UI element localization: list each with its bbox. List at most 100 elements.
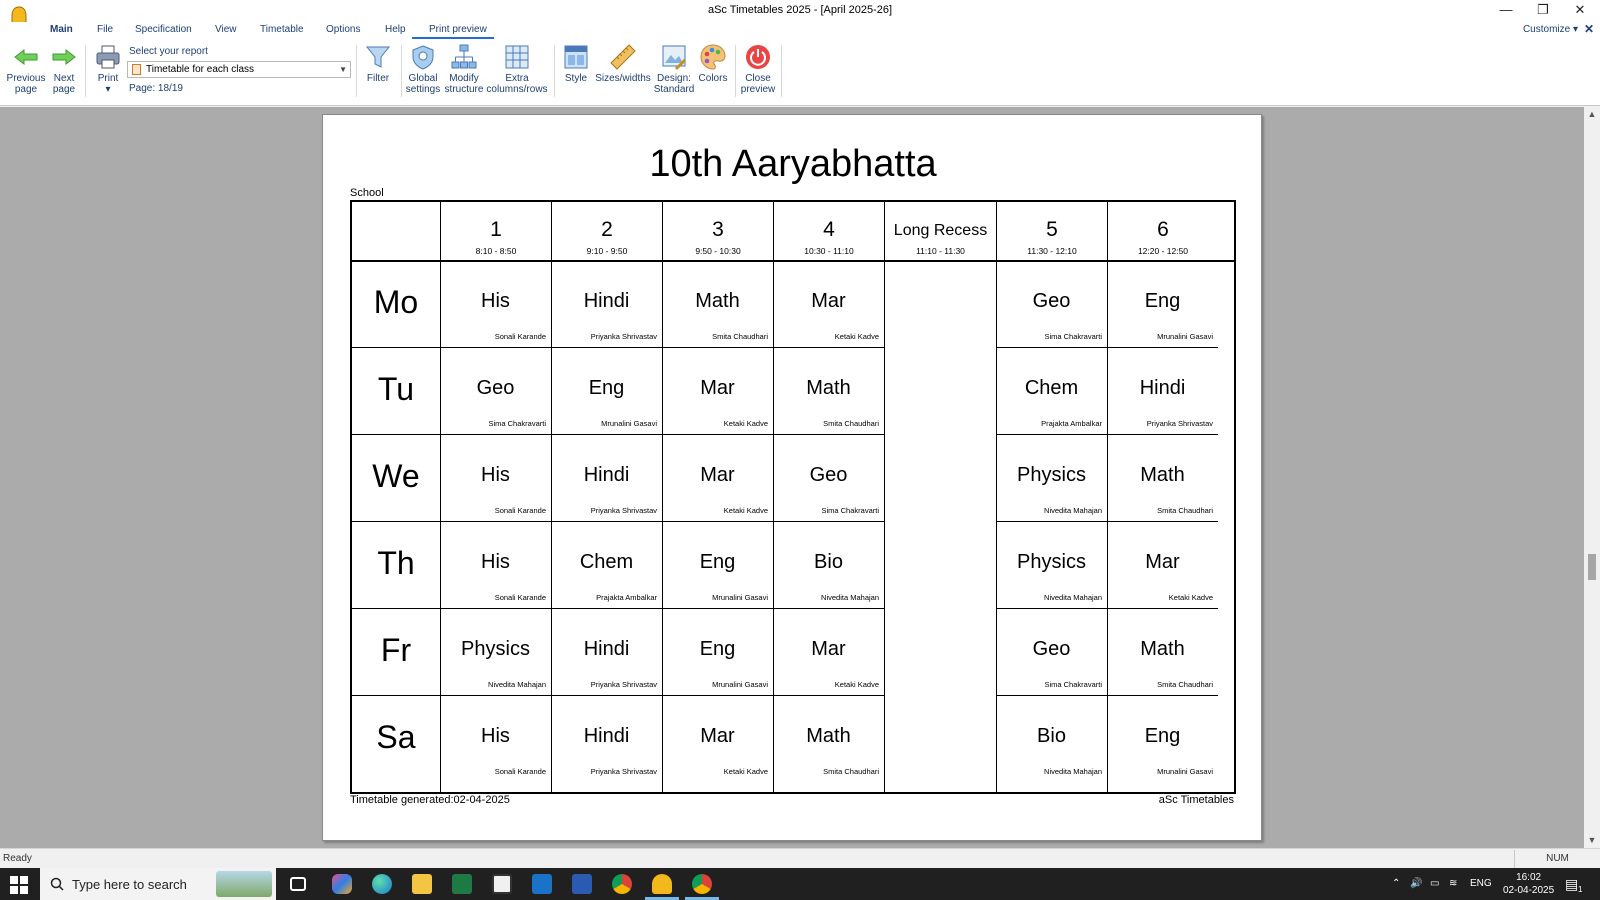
outlook-icon[interactable] bbox=[532, 874, 552, 894]
tab-help[interactable]: Help bbox=[385, 24, 406, 35]
print-button[interactable]: Print ▾ bbox=[92, 43, 124, 95]
word-icon[interactable] bbox=[572, 874, 592, 894]
store-icon[interactable] bbox=[492, 874, 512, 894]
scroll-up-icon[interactable]: ▲ bbox=[1584, 109, 1600, 119]
extra-columns-button[interactable]: Extra columns/rows bbox=[486, 43, 548, 95]
tab-specification[interactable]: Specification bbox=[135, 24, 192, 35]
design-label-1: Design: bbox=[657, 73, 691, 84]
lesson-cell[interactable]: Hindi Priyanka Shrivastav bbox=[1107, 347, 1218, 434]
lesson-cell[interactable]: His Sonali Karande bbox=[440, 434, 551, 521]
excel-icon[interactable] bbox=[452, 874, 472, 894]
ribbon-separator bbox=[356, 45, 357, 97]
lesson-subject: Hindi bbox=[583, 725, 630, 747]
sizes-widths-button[interactable]: Sizes/widths bbox=[594, 43, 652, 85]
lesson-cell[interactable]: Chem Prajakta Ambalkar bbox=[551, 521, 662, 608]
asc-timetables-taskbar-icon[interactable] bbox=[652, 874, 672, 894]
lesson-cell[interactable]: Geo Sima Chakravarti bbox=[440, 347, 551, 434]
lesson-teacher: Sima Chakravarti bbox=[1044, 332, 1102, 341]
lesson-cell[interactable]: His Sonali Karande bbox=[440, 695, 551, 782]
lesson-cell[interactable]: Geo Sima Chakravarti bbox=[773, 434, 884, 521]
lesson-cell[interactable]: Math Smita Chaudhari bbox=[773, 347, 884, 434]
colors-button[interactable]: Colors bbox=[696, 43, 730, 85]
design-label-2: Standard bbox=[653, 83, 695, 95]
minimize-button[interactable]: — bbox=[1488, 0, 1524, 20]
filter-button[interactable]: Filter bbox=[362, 43, 394, 85]
scroll-down-icon[interactable]: ▼ bbox=[1584, 835, 1600, 845]
edge-browser-icon[interactable] bbox=[372, 874, 392, 894]
lesson-cell[interactable]: Mar Ketaki Kadve bbox=[773, 608, 884, 695]
wifi-icon[interactable]: ≋ bbox=[1449, 878, 1457, 889]
close-preview-button[interactable]: Close preview bbox=[738, 43, 778, 95]
taskbar: Type here to search ⌃ 🔊 ▭ ≋ ENG 16:02 02… bbox=[0, 868, 1600, 900]
tab-file[interactable]: File bbox=[97, 24, 113, 35]
lesson-cell[interactable]: Mar Ketaki Kadve bbox=[662, 347, 773, 434]
tab-main[interactable]: Main bbox=[50, 24, 73, 35]
clock-time: 16:02 bbox=[1516, 872, 1542, 883]
task-view-icon[interactable] bbox=[290, 877, 306, 891]
taskbar-search[interactable]: Type here to search bbox=[40, 868, 276, 900]
lesson-cell[interactable]: Bio Nivedita Mahajan bbox=[773, 521, 884, 608]
chevron-down-icon[interactable]: ▼ bbox=[339, 62, 347, 77]
tray-chevron-up-icon[interactable]: ⌃ bbox=[1392, 878, 1400, 889]
app-window: aSc Timetables 2025 - [April 2025-26] — … bbox=[0, 0, 1600, 900]
modify-structure-button[interactable]: Modify structure bbox=[444, 43, 484, 95]
restore-button[interactable]: ❐ bbox=[1525, 0, 1561, 20]
global-settings-button[interactable]: Global settings bbox=[404, 43, 442, 95]
lesson-cell[interactable]: Eng Mrunalini Gasavi bbox=[1107, 260, 1218, 347]
language-indicator[interactable]: ENG bbox=[1470, 878, 1492, 889]
notifications-icon[interactable]: ▤ bbox=[1565, 876, 1578, 893]
lesson-cell[interactable]: Eng Mrunalini Gasavi bbox=[551, 347, 662, 434]
lesson-cell[interactable]: Hindi Priyanka Shrivastav bbox=[551, 260, 662, 347]
tab-view[interactable]: View bbox=[215, 24, 237, 35]
taskbar-clock[interactable]: 16:02 02-04-2025 bbox=[1503, 871, 1554, 897]
lesson-cell[interactable]: Hindi Priyanka Shrivastav bbox=[551, 608, 662, 695]
lesson-cell[interactable]: Mar Ketaki Kadve bbox=[662, 434, 773, 521]
next-page-button[interactable]: Next page bbox=[48, 43, 80, 95]
lesson-subject: Eng bbox=[699, 638, 736, 660]
chrome-profile-icon[interactable] bbox=[692, 874, 712, 894]
design-button[interactable]: Design: Standard bbox=[652, 43, 696, 95]
customize-button[interactable]: Customize ▾ bbox=[1523, 24, 1578, 35]
lesson-cell[interactable]: Physics Nivedita Mahajan bbox=[996, 434, 1107, 521]
lesson-cell[interactable]: Mar Ketaki Kadve bbox=[773, 260, 884, 347]
lesson-cell[interactable]: Math Smita Chaudhari bbox=[773, 695, 884, 782]
lesson-cell[interactable]: Hindi Priyanka Shrivastav bbox=[551, 695, 662, 782]
tab-timetable[interactable]: Timetable bbox=[260, 24, 304, 35]
copilot-icon[interactable] bbox=[332, 874, 352, 894]
style-button[interactable]: Style bbox=[560, 43, 592, 85]
lesson-cell[interactable]: Geo Sima Chakravarti bbox=[996, 260, 1107, 347]
lesson-cell[interactable]: Physics Nivedita Mahajan bbox=[996, 521, 1107, 608]
vertical-scrollbar[interactable]: ▲ ▼ bbox=[1584, 107, 1600, 848]
volume-icon[interactable]: 🔊 bbox=[1410, 878, 1422, 889]
lesson-cell[interactable]: Bio Nivedita Mahajan bbox=[996, 695, 1107, 782]
lesson-cell[interactable]: Mar Ketaki Kadve bbox=[1107, 521, 1218, 608]
battery-icon[interactable]: ▭ bbox=[1430, 878, 1439, 889]
lesson-cell[interactable]: Geo Sima Chakravarti bbox=[996, 608, 1107, 695]
print-dropdown-icon[interactable]: ▾ bbox=[105, 84, 110, 95]
lesson-cell[interactable]: Hindi Priyanka Shrivastav bbox=[551, 434, 662, 521]
lesson-cell[interactable]: Eng Mrunalini Gasavi bbox=[662, 608, 773, 695]
lesson-cell[interactable]: Math Smita Chaudhari bbox=[1107, 434, 1218, 521]
lesson-cell[interactable]: Chem Prajakta Ambalkar bbox=[996, 347, 1107, 434]
lesson-teacher: Prajakta Ambalkar bbox=[1041, 419, 1102, 428]
scrollbar-thumb[interactable] bbox=[1588, 554, 1596, 580]
lesson-cell[interactable]: Eng Mrunalini Gasavi bbox=[1107, 695, 1218, 782]
tab-options[interactable]: Options bbox=[326, 24, 360, 35]
previous-page-button[interactable]: Previous page bbox=[4, 43, 48, 95]
lesson-cell[interactable]: Eng Mrunalini Gasavi bbox=[662, 521, 773, 608]
lesson-cell[interactable]: His Sonali Karande bbox=[440, 260, 551, 347]
file-explorer-icon[interactable] bbox=[412, 874, 432, 894]
lesson-cell[interactable]: Math Smita Chaudhari bbox=[1107, 608, 1218, 695]
printer-icon bbox=[96, 45, 120, 69]
lesson-cell[interactable]: Math Smita Chaudhari bbox=[662, 260, 773, 347]
close-button[interactable]: ✕ bbox=[1562, 0, 1598, 20]
chrome-icon[interactable] bbox=[612, 874, 632, 894]
period-time: 8:10 - 8:50 bbox=[475, 246, 517, 256]
tab-print-preview[interactable]: Print preview bbox=[429, 24, 487, 35]
close-ribbon-icon[interactable]: ✕ bbox=[1584, 22, 1594, 36]
lesson-cell[interactable]: His Sonali Karande bbox=[440, 521, 551, 608]
report-select[interactable]: Timetable for each class ▼ bbox=[127, 61, 351, 78]
windows-start-icon[interactable] bbox=[10, 876, 28, 894]
lesson-cell[interactable]: Physics Nivedita Mahajan bbox=[440, 608, 551, 695]
lesson-cell[interactable]: Mar Ketaki Kadve bbox=[662, 695, 773, 782]
